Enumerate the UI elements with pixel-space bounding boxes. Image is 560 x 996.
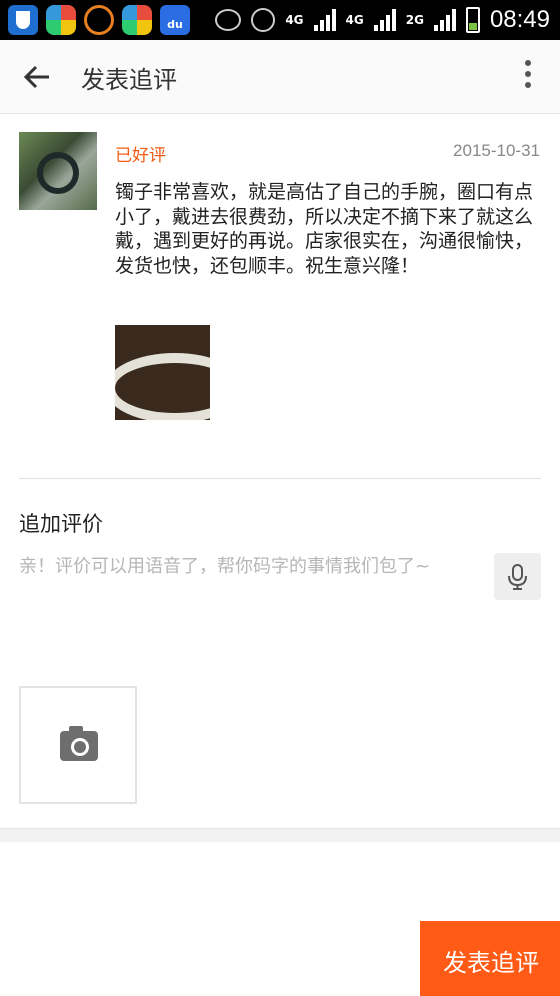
add-photo-button[interactable] xyxy=(19,686,137,804)
network-type-2: 4G xyxy=(345,13,364,27)
network-type-3: 2G xyxy=(405,13,424,27)
rating-label: 已好评 xyxy=(115,146,166,166)
original-review: 已好评 2015-10-31 镯子非常喜欢，就是高估了自己的手腕，圈口有点小了，… xyxy=(0,114,560,479)
eye-icon xyxy=(215,9,242,31)
review-photo[interactable] xyxy=(115,325,210,420)
battery-icon xyxy=(465,7,480,33)
signal-icon-1 xyxy=(313,9,336,31)
mic-icon xyxy=(508,564,527,590)
back-arrow-icon[interactable] xyxy=(22,62,52,92)
notification-icons: du xyxy=(8,5,190,35)
followup-input[interactable]: 亲！评价可以用语音了，帮你码字的事情我们包了~ xyxy=(19,554,474,610)
review-text: 镯子非常喜欢，就是高估了自己的手腕，圈口有点小了，戴进去很费劲，所以决定不摘下来… xyxy=(115,181,534,277)
camera-icon xyxy=(60,726,98,761)
network-type-1: 4G xyxy=(285,13,304,27)
app-store-icon-2 xyxy=(122,5,152,35)
overflow-menu-icon[interactable] xyxy=(524,60,532,92)
baidu-icon: du xyxy=(160,5,190,35)
review-date: 2015-10-31 xyxy=(453,141,540,160)
page-title: 发表追评 xyxy=(81,67,177,94)
smiley-icon xyxy=(84,5,114,35)
signal-icon-2 xyxy=(373,9,396,31)
status-bar: du 4G 4G 2G 08:49 xyxy=(0,0,560,40)
section-divider xyxy=(0,828,560,842)
alarm-icon xyxy=(251,8,276,32)
clock: 08:49 xyxy=(489,6,550,33)
followup-label: 追加评价 xyxy=(19,512,103,536)
mic-button[interactable] xyxy=(494,553,541,600)
app-store-icon xyxy=(46,5,76,35)
product-thumbnail[interactable] xyxy=(19,132,97,210)
app-bar: 发表追评 xyxy=(0,40,560,114)
divider xyxy=(19,478,541,479)
submit-followup-button[interactable]: 发表追评 xyxy=(420,921,560,996)
signal-icon-3 xyxy=(433,9,456,31)
security-app-icon xyxy=(8,5,38,35)
